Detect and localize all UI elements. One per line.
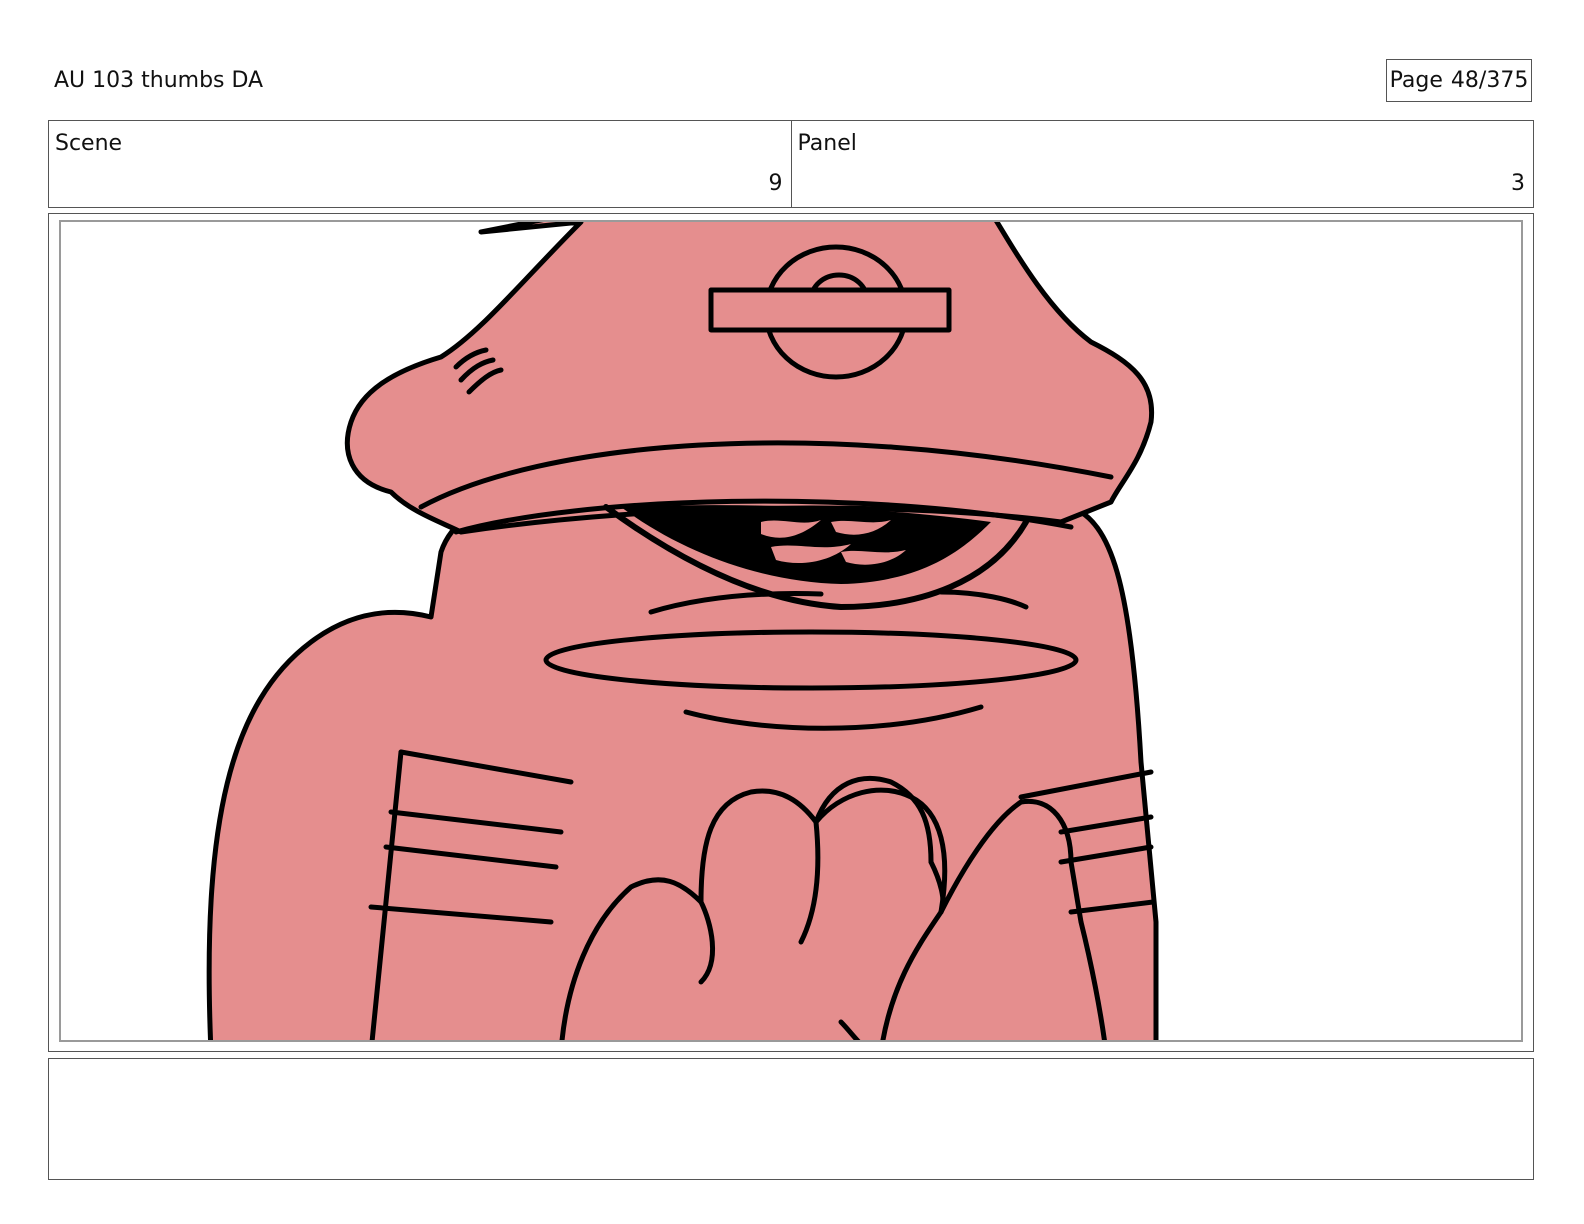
document-title: AU 103 thumbs DA bbox=[54, 68, 264, 93]
panel-cell: Panel 3 bbox=[790, 121, 1534, 207]
scene-label: Scene bbox=[55, 131, 123, 156]
character-drawing bbox=[206, 222, 1159, 1040]
scene-cell: Scene 9 bbox=[49, 121, 791, 207]
panel-image-area bbox=[59, 220, 1523, 1042]
notes-box bbox=[48, 1058, 1534, 1180]
page-indicator: Page 48/375 bbox=[1386, 59, 1532, 102]
scene-number: 9 bbox=[768, 171, 783, 196]
character-body bbox=[206, 494, 1159, 1040]
panel-label: Panel bbox=[797, 131, 857, 156]
scene-panel-row: Scene 9 Panel 3 bbox=[48, 120, 1534, 208]
page-number: 48/375 bbox=[1450, 68, 1529, 93]
panel-number: 3 bbox=[1511, 171, 1525, 196]
storyboard-frame bbox=[48, 213, 1534, 1052]
hat-badge-bar bbox=[708, 287, 952, 333]
page-label: Page bbox=[1389, 68, 1443, 93]
